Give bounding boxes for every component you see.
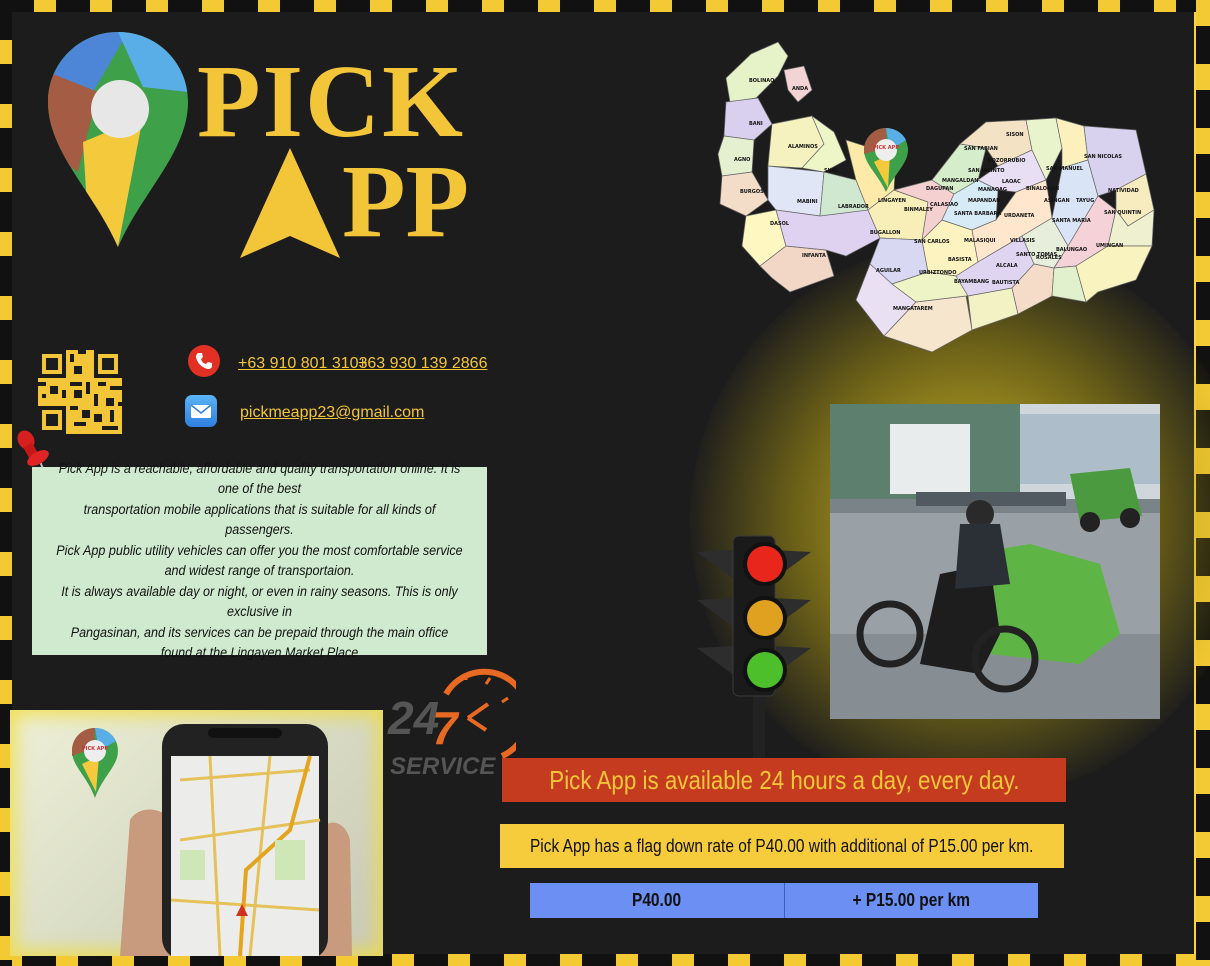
map-town-label: BOLINAO bbox=[749, 78, 774, 84]
map-marker-label: PICK APP bbox=[873, 145, 899, 151]
email-link[interactable]: pickmeapp23@gmail.com bbox=[240, 404, 424, 422]
map-town-label: AGNO bbox=[734, 157, 750, 163]
map-town-label: LINGAYEN bbox=[878, 198, 906, 204]
map-town-label: NATIVIDAD bbox=[1108, 188, 1139, 194]
map-town-label: MANAOAG bbox=[978, 187, 1007, 193]
map-pin-icon: PICK APP bbox=[72, 728, 118, 798]
map-town-label: MABINI bbox=[797, 199, 818, 205]
description-text: Pick App is a reachable, affordable and … bbox=[56, 460, 463, 661]
map-town-label: SAN JACINTO bbox=[968, 168, 1005, 174]
map-town-label: BAYAMBANG bbox=[954, 279, 989, 285]
map-town-label: ALAMINOS bbox=[788, 144, 818, 150]
map-town-label: URDANETA bbox=[1004, 213, 1035, 219]
service-24-7-badge: 24 7 SERVICE bbox=[387, 668, 516, 780]
availability-banner: Pick App is available 24 hours a day, ev… bbox=[502, 758, 1066, 802]
mail-icon bbox=[185, 395, 217, 427]
traffic-light-icon bbox=[697, 535, 811, 758]
pin-label: PICK APP bbox=[82, 746, 108, 752]
map-town-label: SAN MANUEL bbox=[1046, 166, 1084, 172]
map-town-label: SUAL bbox=[824, 168, 839, 174]
map-town-label: VILLASIS bbox=[1010, 238, 1035, 244]
map-town-label: POZORRUBIO bbox=[988, 158, 1025, 164]
service-label: SERVICE bbox=[390, 753, 496, 780]
map-town-label: BALUNGAO bbox=[1056, 247, 1087, 253]
map-town-label: CALASIAO bbox=[930, 202, 958, 208]
map-town-label: TAYUG bbox=[1076, 198, 1094, 204]
map-town-label: SANTA MARIA bbox=[1052, 218, 1091, 224]
rate-cell-flag-down: P40.00 bbox=[530, 883, 784, 918]
map-town-label: AGUILAR bbox=[876, 268, 901, 274]
map-town-label: BASISTA bbox=[948, 257, 972, 263]
map-town-label: SAN NICOLAS bbox=[1084, 154, 1122, 160]
availability-text: Pick App is available 24 hours a day, ev… bbox=[548, 764, 1020, 795]
map-town-label: BURGOS bbox=[740, 189, 764, 195]
rate-banner: Pick App has a flag down rate of P40.00 … bbox=[500, 824, 1064, 868]
rate-table: P40.00 + P15.00 per km bbox=[530, 883, 1038, 918]
logo-word-app: PP bbox=[232, 142, 502, 262]
map-town-label: ALCALA bbox=[996, 263, 1018, 269]
rate-text: Pick App has a flag down rate of P40.00 … bbox=[530, 835, 1034, 856]
map-town-label: MAPANDAN bbox=[968, 198, 1000, 204]
poster: PICK PP BOLINAO ANDA BANI AGNO ALAMINOS … bbox=[0, 0, 1210, 966]
description-box: Pick App is a reachable, affordable and … bbox=[32, 461, 487, 660]
logo-word-pp: PP bbox=[342, 144, 470, 259]
per-km-value: + P15.00 per km bbox=[852, 890, 970, 910]
map-pin-icon bbox=[48, 32, 188, 247]
map-town-label: ROSALES bbox=[1036, 255, 1062, 261]
map-town-label: MALASIQUI bbox=[964, 238, 996, 244]
map-town-label: DASOL bbox=[770, 221, 790, 227]
map-town-label: SAN QUINTIN bbox=[1104, 210, 1141, 216]
map-town-label: LABRADOR bbox=[838, 204, 869, 210]
tricycle-photo bbox=[830, 404, 1160, 719]
phone-icon bbox=[188, 345, 220, 377]
arrow-a-icon bbox=[240, 148, 340, 258]
map-town-label: MANGATAREM bbox=[893, 306, 933, 312]
map-town-label: BINMALEY bbox=[904, 207, 933, 213]
pangasinan-map: BOLINAO ANDA BANI AGNO ALAMINOS SUAL BUR… bbox=[717, 41, 1155, 352]
map-town-label: BUGALLON bbox=[870, 230, 900, 236]
map-town-label: MANGALDAN bbox=[942, 178, 978, 184]
map-town-label: ASINGAN bbox=[1044, 198, 1070, 204]
map-town-label: INFANTA bbox=[802, 253, 826, 259]
phone-number-1-link[interactable]: +63 910 801 3103 bbox=[238, 355, 367, 373]
map-town-label: SAN CARLOS bbox=[914, 239, 950, 245]
map-town-label: SANTA BARBARA bbox=[954, 211, 1001, 217]
map-town-label: DAGUPAN bbox=[926, 186, 953, 192]
map-town-label: BINALONAN bbox=[1026, 186, 1059, 192]
border-top bbox=[0, 0, 1210, 12]
flag-down-value: P40.00 bbox=[632, 890, 682, 910]
service-number-7: 7 bbox=[432, 702, 460, 754]
qr-code-icon bbox=[38, 350, 122, 434]
map-town-label: LAOAC bbox=[1002, 179, 1021, 185]
rate-cell-per-km: + P15.00 per km bbox=[783, 883, 1039, 918]
logo-word-pick: PICK bbox=[197, 44, 465, 159]
map-town-label: SISON bbox=[1006, 132, 1024, 138]
map-town-label: UMINGAN bbox=[1096, 243, 1123, 249]
map-town-label: BANI bbox=[749, 121, 763, 127]
map-town-label: URBIZTONDO bbox=[919, 270, 956, 276]
map-town-label: BAUTISTA bbox=[992, 280, 1019, 286]
phone-number-2-link[interactable]: +63 930 139 2866 bbox=[358, 355, 487, 373]
phone-navigation-photo: PICK APP bbox=[10, 710, 383, 956]
map-town-label: SAN FABIAN bbox=[964, 146, 998, 152]
map-town-label: ANDA bbox=[792, 86, 808, 92]
